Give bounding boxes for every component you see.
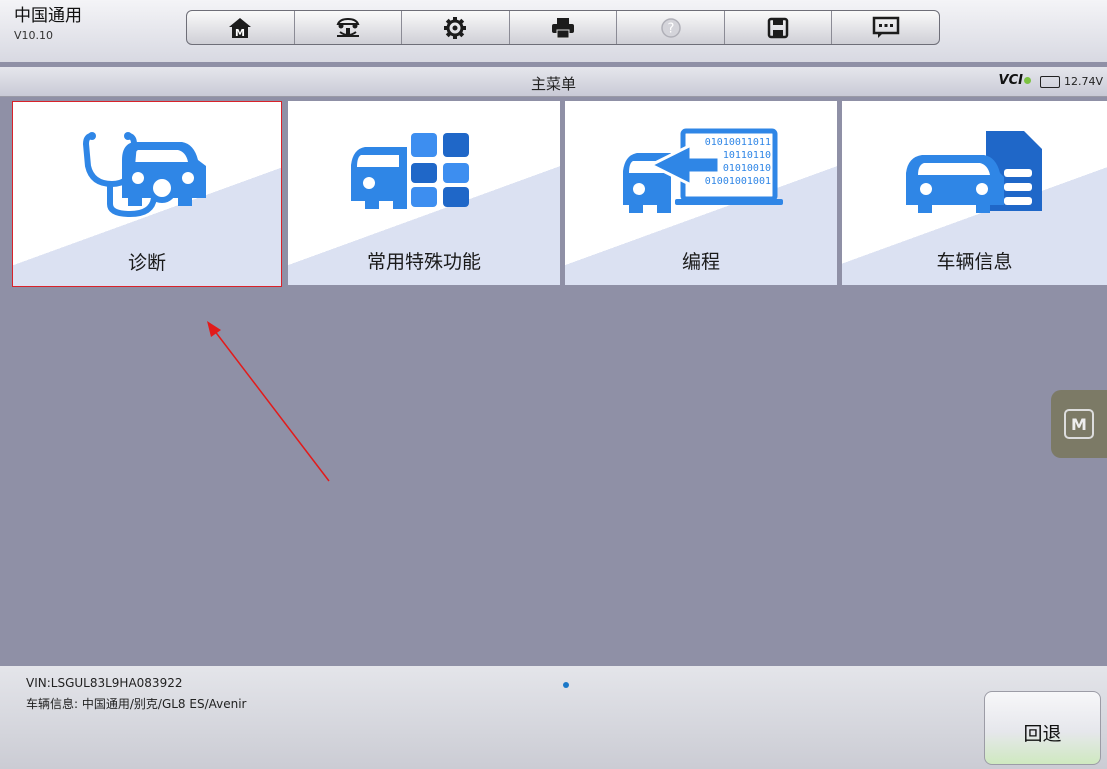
svg-text:?: ? bbox=[667, 21, 674, 36]
help-button[interactable]: ? bbox=[617, 11, 725, 44]
tile-diagnosis-label: 诊断 bbox=[127, 252, 166, 274]
save-icon bbox=[767, 17, 789, 38]
binary-line-2: 10110110 bbox=[723, 150, 771, 161]
floating-m-button[interactable]: M bbox=[1051, 390, 1107, 458]
brand-block: 中国通用 V10.10 bbox=[14, 6, 82, 42]
brand-name: 中国通用 bbox=[14, 6, 82, 26]
settings-button[interactable] bbox=[402, 11, 510, 44]
toolbar: M ? bbox=[186, 10, 940, 45]
battery-status: 12.74V bbox=[1039, 75, 1103, 88]
tile-special-functions[interactable]: 常用特殊功能 bbox=[288, 101, 560, 285]
gear-icon bbox=[444, 16, 467, 39]
binary-line-3: 01010010 bbox=[723, 163, 771, 174]
tile-diagnosis[interactable]: 诊断 bbox=[12, 101, 282, 287]
bottom-bar: VIN:LSGUL83L9HA083922 车辆信息: 中国通用/别克/GL8 … bbox=[0, 666, 1107, 769]
vehicle-lift-button[interactable] bbox=[295, 11, 403, 44]
vehicle-info-car-icon bbox=[905, 131, 1042, 213]
page-title: 主菜单 bbox=[530, 75, 576, 93]
battery-voltage: 12.74V bbox=[1063, 75, 1103, 88]
help-icon: ? bbox=[660, 17, 681, 38]
print-button[interactable] bbox=[510, 11, 618, 44]
printer-icon bbox=[552, 17, 575, 38]
binary-line-4: 01001001001 bbox=[705, 176, 771, 187]
tile-programming-label: 编程 bbox=[681, 251, 720, 273]
message-icon bbox=[872, 16, 899, 38]
save-button[interactable] bbox=[725, 11, 833, 44]
m-icon: M bbox=[1064, 409, 1094, 439]
vin-label: VIN:LSGUL83L9HA083922 bbox=[26, 676, 183, 690]
binary-line-1: 01010011011 bbox=[705, 137, 771, 148]
home-icon: M bbox=[229, 17, 252, 39]
title-bar: 主菜单 VCI 12.74V bbox=[0, 67, 1107, 97]
programming-car-icon: 01010011011 10110110 01010010 0100100100… bbox=[623, 128, 783, 213]
tile-vehicle-info[interactable]: 车辆信息 bbox=[842, 101, 1107, 285]
tile-special-functions-label: 常用特殊功能 bbox=[366, 251, 481, 273]
menu-tiles: 诊断 常用特殊功能 01010011011 10110110 01010010 … bbox=[12, 101, 1107, 287]
battery-icon bbox=[1039, 75, 1060, 88]
back-button[interactable]: 回退 bbox=[984, 691, 1101, 765]
diagnosis-car-icon bbox=[82, 132, 206, 218]
tile-vehicle-info-label: 车辆信息 bbox=[936, 251, 1013, 273]
back-button-label: 回退 bbox=[1023, 723, 1062, 745]
message-button[interactable] bbox=[832, 11, 939, 44]
vci-status: VCI bbox=[999, 73, 1031, 88]
vehicle-lift-icon bbox=[336, 17, 360, 37]
page-indicator bbox=[563, 682, 569, 688]
version-label: V10.10 bbox=[14, 29, 54, 42]
vci-connected-icon bbox=[1024, 77, 1031, 84]
special-functions-car-icon bbox=[351, 133, 469, 209]
top-bar: 中国通用 V10.10 M ? bbox=[0, 0, 1107, 62]
vci-label: VCI bbox=[998, 73, 1023, 88]
vehicle-info-label: 车辆信息: 中国通用/别克/GL8 ES/Avenir bbox=[26, 697, 247, 711]
home-button[interactable]: M bbox=[187, 11, 295, 44]
svg-text:M: M bbox=[235, 28, 245, 39]
tile-programming[interactable]: 01010011011 10110110 01010010 0100100100… bbox=[565, 101, 837, 285]
